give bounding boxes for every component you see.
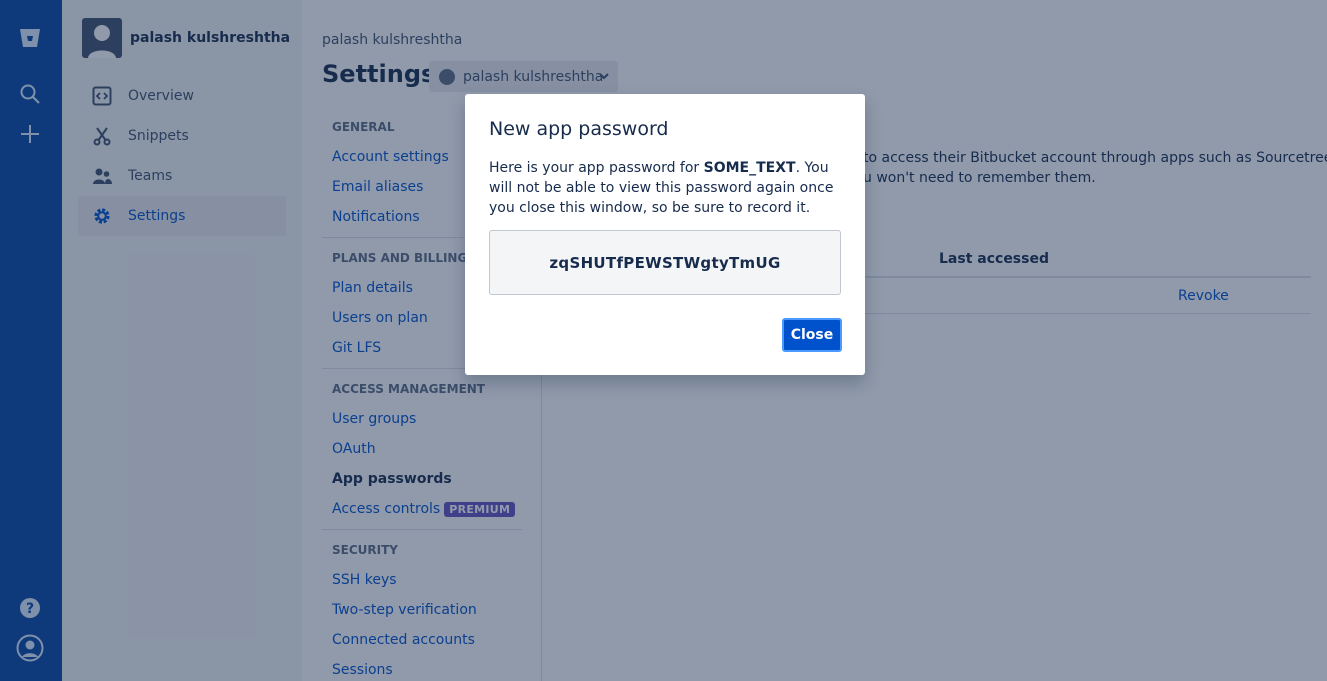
modal-body-label: SOME_TEXT bbox=[703, 160, 796, 176]
modal-body: Here is your app password for SOME_TEXT.… bbox=[489, 158, 841, 218]
modal-body-prefix: Here is your app password for bbox=[489, 160, 704, 176]
close-button[interactable]: Close bbox=[782, 318, 842, 352]
new-app-password-modal: New app password Here is your app passwo… bbox=[465, 94, 865, 375]
modal-title: New app password bbox=[489, 118, 669, 140]
app-password-value[interactable]: zqSHUTfPEWSTWgtyTmUG bbox=[489, 230, 841, 295]
